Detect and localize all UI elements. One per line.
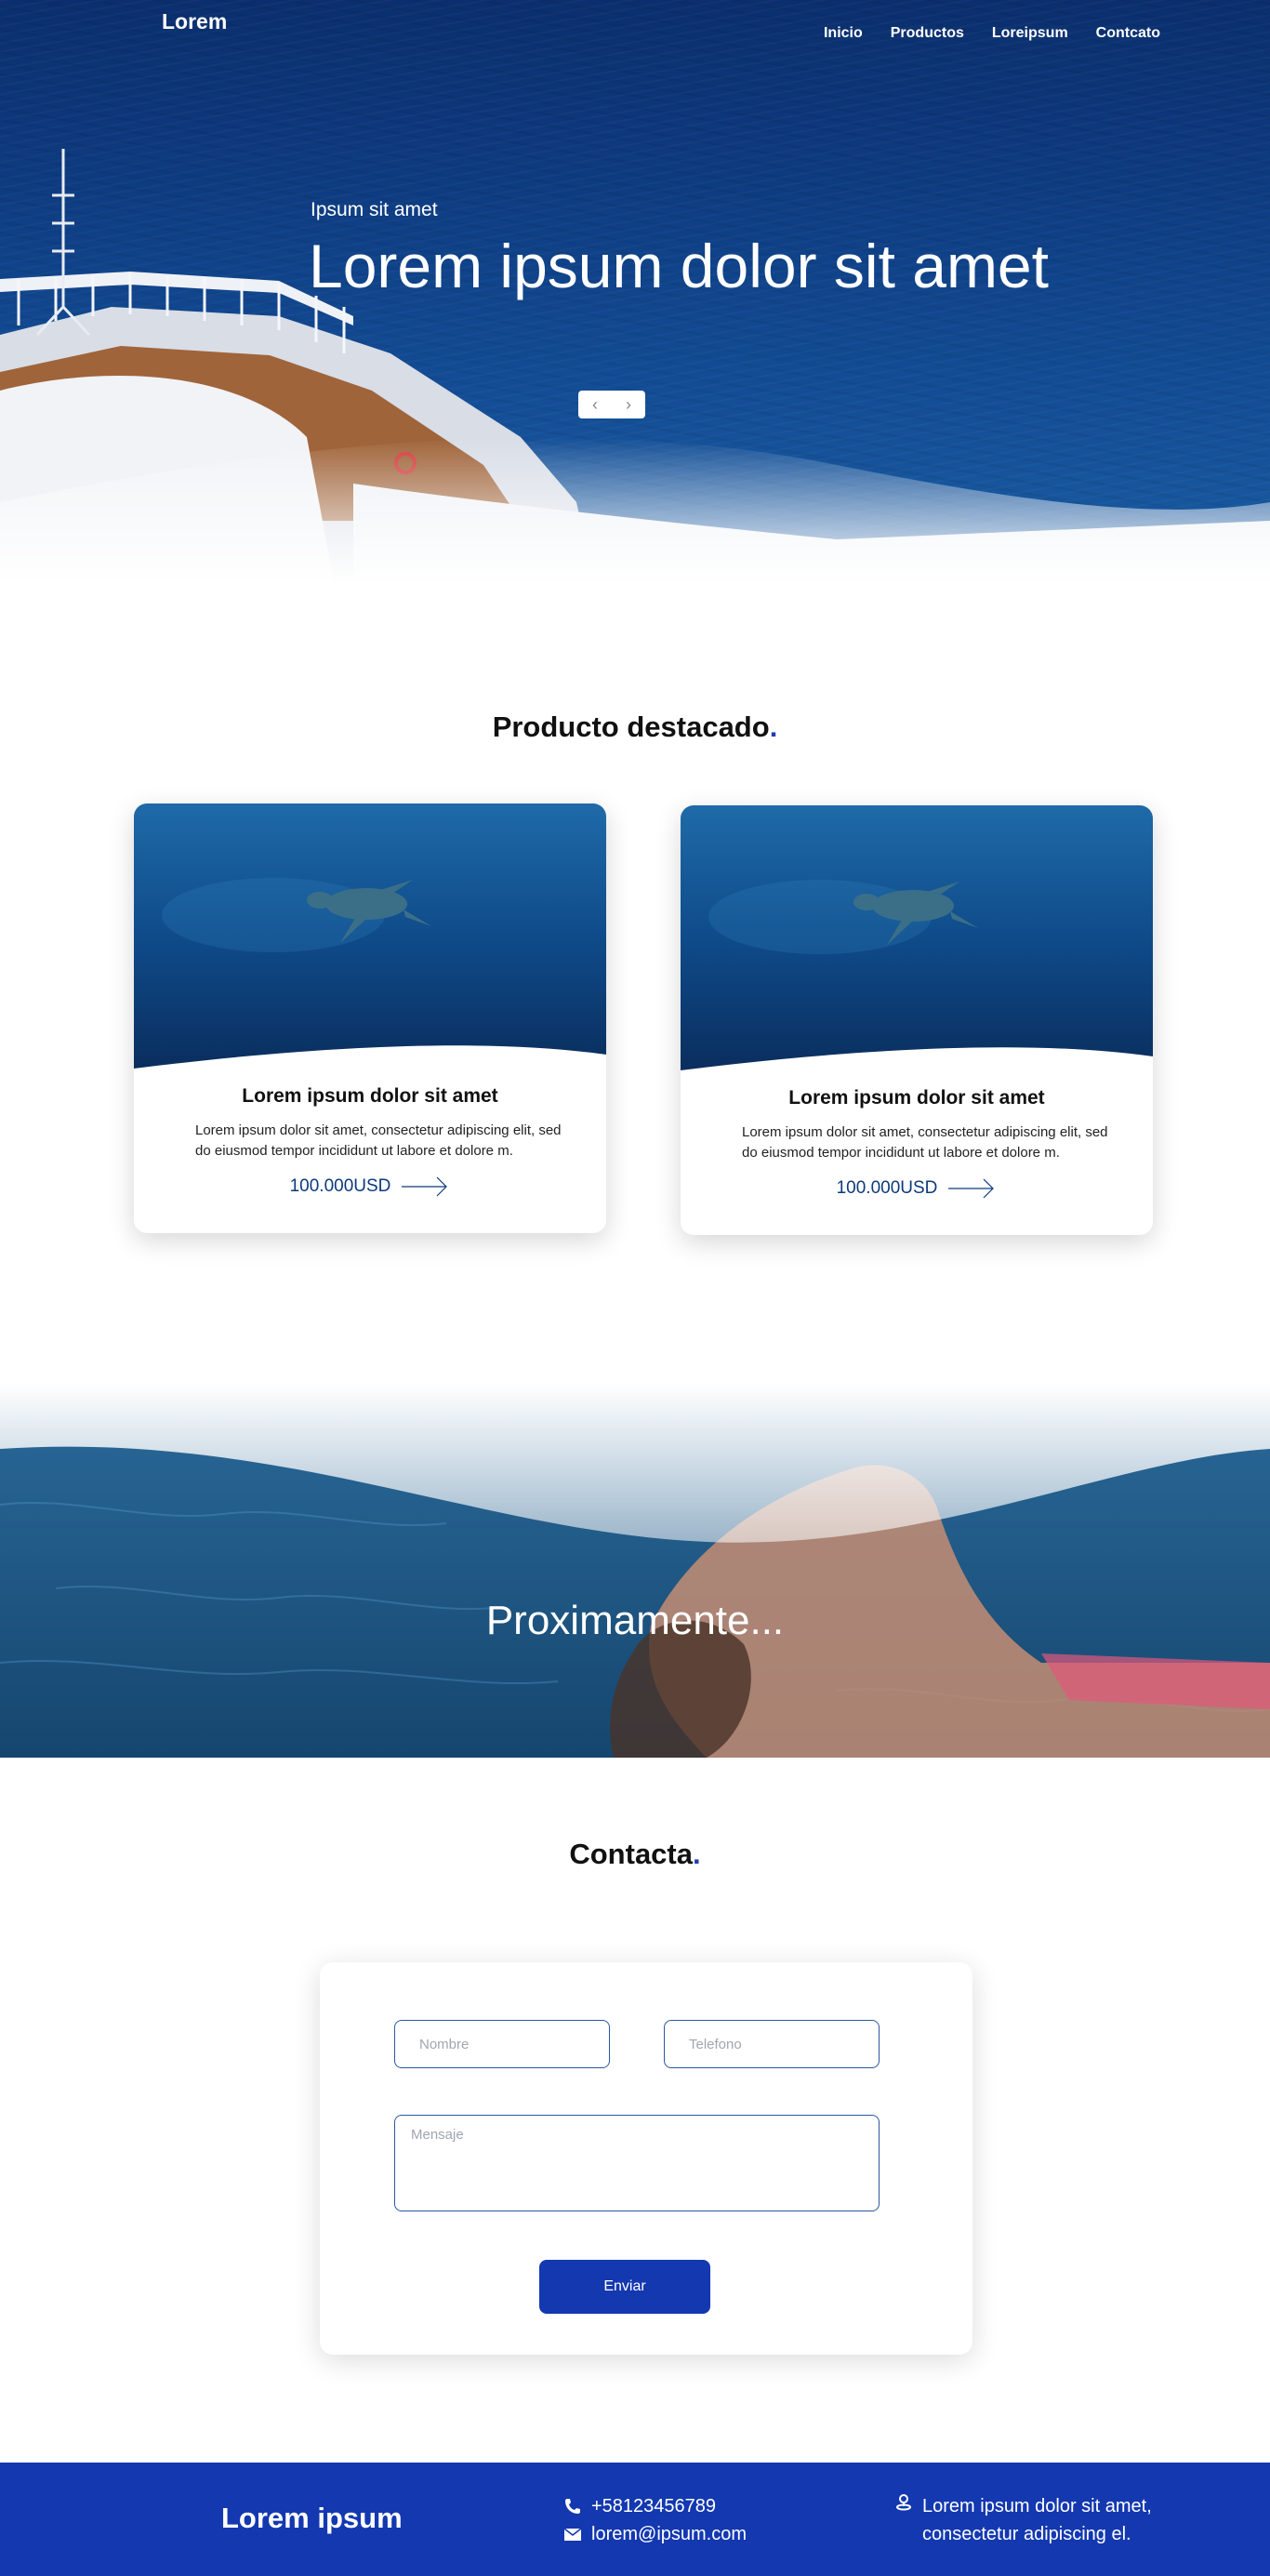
site-logo[interactable]: Lorem [162,9,227,34]
contact-form: Enviar [320,1962,972,2355]
footer-email[interactable]: lorem@ipsum.com [591,2520,747,2548]
footer-phone[interactable]: +58123456789 [591,2492,716,2520]
nav-item-contacto[interactable]: Contcato [1096,25,1160,42]
card-price: 100.000USD [289,1176,391,1196]
mail-icon [563,2528,582,2541]
sea-turtle-image [681,805,1153,1070]
nav-item-loreipsum[interactable]: Loreipsum [992,25,1068,42]
slider-controls: ‹ › [578,391,645,418]
footer-address-line1: Lorem ipsum dolor sit amet, [922,2496,1152,2516]
contact-title: Contacta. [0,1838,1270,1871]
hero-banner: Lorem Inicio Productos Loreipsum Contcat… [0,0,1270,586]
footer-brand: Lorem ipsum [221,2502,403,2534]
arrow-right-icon[interactable] [402,1175,450,1198]
hero-subtitle: Ipsum sit amet [311,199,438,220]
contact-title-text: Contacta [569,1838,693,1870]
card-price-row[interactable]: 100.000USD [134,1175,606,1198]
title-dot: . [693,1838,701,1870]
chevron-right-icon[interactable]: › [626,396,631,413]
location-icon [896,2494,911,2511]
card-price-row[interactable]: 100.000USD [681,1177,1153,1200]
nav-item-productos[interactable]: Productos [891,25,964,42]
message-field[interactable] [394,2115,880,2211]
send-button[interactable]: Enviar [539,2260,710,2314]
product-card[interactable]: Lorem ipsum dolor sit amet Lorem ipsum d… [134,803,606,1233]
arrow-right-icon[interactable] [948,1177,997,1200]
phone-icon [565,2499,580,2514]
featured-title-text: Producto destacado [492,710,770,743]
card-title: Lorem ipsum dolor sit amet [788,1087,1045,1109]
featured-title: Producto destacado. [0,710,1270,744]
promo-text: Proximamente... [485,1598,785,1643]
title-dot: . [769,710,778,743]
footer-phone-row: +58123456789 [563,2492,747,2520]
footer-contact: +58123456789 lorem@ipsum.com [563,2492,747,2548]
footer-email-row: lorem@ipsum.com [563,2520,747,2548]
footer-address: Lorem ipsum dolor sit amet, consectetur … [894,2492,1152,2548]
product-card[interactable]: Lorem ipsum dolor sit amet Lorem ipsum d… [681,805,1153,1235]
card-description: Lorem ipsum dolor sit amet, consectetur … [742,1124,1108,1161]
hero-title: Lorem ipsum dolor sit amet [309,232,1049,300]
card-description: Lorem ipsum dolor sit amet, consectetur … [195,1122,562,1159]
main-nav: Inicio Productos Loreipsum Contcato [824,25,1160,42]
site-footer: Lorem ipsum +58123456789 lorem@ipsum.com… [0,2463,1270,2576]
name-field[interactable] [394,2020,610,2068]
card-title: Lorem ipsum dolor sit amet [242,1085,498,1107]
swimmer-banner-image [0,1384,1270,1758]
footer-address-line2: consectetur adipiscing el. [922,2524,1131,2544]
card-price: 100.000USD [836,1178,938,1198]
nav-item-inicio[interactable]: Inicio [824,25,863,42]
sea-turtle-image [134,803,606,1069]
chevron-left-icon[interactable]: ‹ [592,396,598,413]
phone-field[interactable] [664,2020,880,2068]
